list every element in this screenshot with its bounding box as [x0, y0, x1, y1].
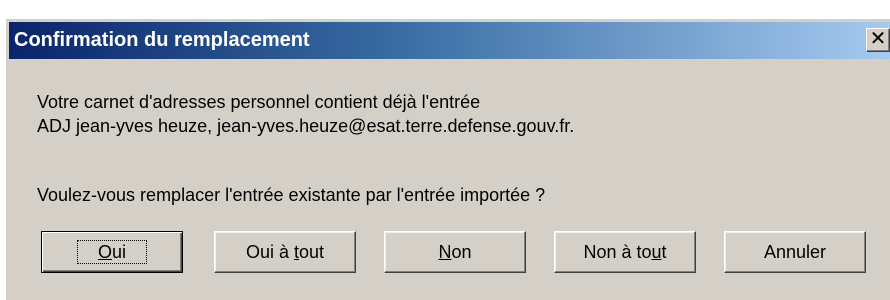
non-label-post: on: [451, 242, 472, 262]
replace-confirmation-dialog: Confirmation du remplacement ✕ Votre car…: [5, 18, 890, 300]
non-a-tout-button-label: Non à tout: [581, 241, 668, 263]
non-a-tout-button[interactable]: Non à tout: [554, 231, 696, 273]
non-label-mnemonic: N: [438, 242, 452, 262]
non-a-tout-label-mnemonic: u: [651, 242, 662, 262]
oui-a-tout-button-label: Oui à tout: [244, 241, 326, 263]
oui-label-post: ui: [112, 242, 127, 262]
oui-button[interactable]: Oui: [41, 231, 183, 273]
oui-a-tout-button[interactable]: Oui à tout: [214, 231, 356, 273]
non-button-label: Non: [436, 241, 473, 263]
message-line-1: Votre carnet d'adresses personnel contie…: [37, 92, 481, 112]
annuler-button-label: Annuler: [763, 242, 827, 262]
close-button[interactable]: ✕: [866, 28, 890, 52]
message-line-2: ADJ jean-yves heuze, jean-yves.heuze@esa…: [37, 116, 575, 136]
question-text: Voulez-vous remplacer l'entrée existante…: [37, 185, 546, 205]
close-icon: ✕: [869, 28, 887, 50]
non-a-tout-label-pre: Non à to: [583, 242, 652, 262]
oui-label-mnemonic: O: [97, 242, 112, 262]
non-button[interactable]: Non: [384, 231, 526, 273]
title-bar[interactable]: Confirmation du remplacement ✕: [9, 22, 890, 59]
oui-a-tout-label-pre: Oui à: [245, 242, 294, 262]
oui-button-label: Oui: [76, 240, 148, 264]
non-a-tout-label-post: t: [661, 242, 667, 262]
annuler-button[interactable]: Annuler: [724, 231, 866, 273]
oui-a-tout-label-post: out: [299, 242, 325, 262]
dialog-title: Confirmation du remplacement: [14, 29, 310, 51]
